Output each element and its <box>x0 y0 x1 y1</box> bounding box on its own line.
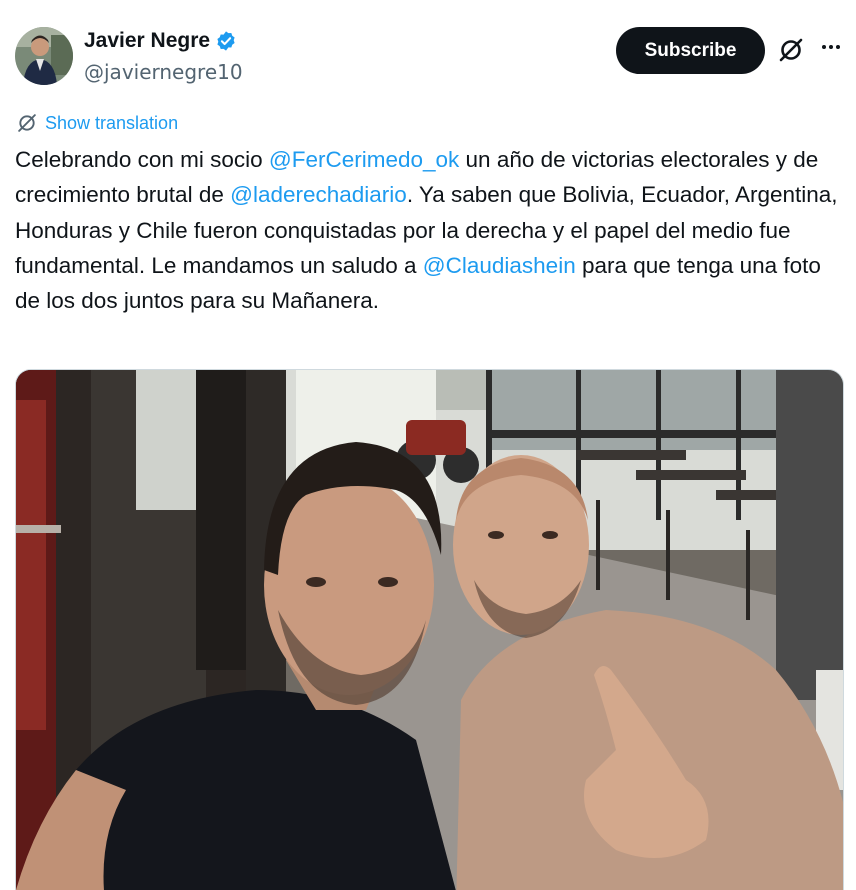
tweet-text: Celebrando con mi socio @FerCerimedo_ok … <box>15 142 843 318</box>
subscribe-button[interactable]: Subscribe <box>616 27 765 74</box>
mention-link[interactable]: @FerCerimedo_ok <box>269 147 459 172</box>
tweet-photo[interactable] <box>15 369 844 890</box>
verified-badge-icon <box>215 30 237 52</box>
author-display-name[interactable]: Javier Negre <box>84 29 210 53</box>
show-translation-link[interactable]: Show translation <box>16 112 178 134</box>
author-name-row: Javier Negre <box>84 29 237 53</box>
more-icon[interactable] <box>817 33 845 61</box>
author-handle[interactable]: @javiernegre10 <box>84 60 243 84</box>
mention-link[interactable]: @laderechadiario <box>230 182 407 207</box>
show-translation-label[interactable]: Show translation <box>45 113 178 134</box>
mention-link[interactable]: @Claudiashein <box>423 253 576 278</box>
tweet-header: Javier Negre @javiernegre10 Subscribe <box>0 0 856 100</box>
tweet-text-segment: Celebrando con mi socio <box>15 147 269 172</box>
more-dot <box>836 45 840 49</box>
more-dot <box>829 45 833 49</box>
more-dot <box>822 45 826 49</box>
translate-icon <box>16 112 38 134</box>
grok-icon[interactable] <box>777 36 805 64</box>
avatar[interactable] <box>15 27 73 85</box>
